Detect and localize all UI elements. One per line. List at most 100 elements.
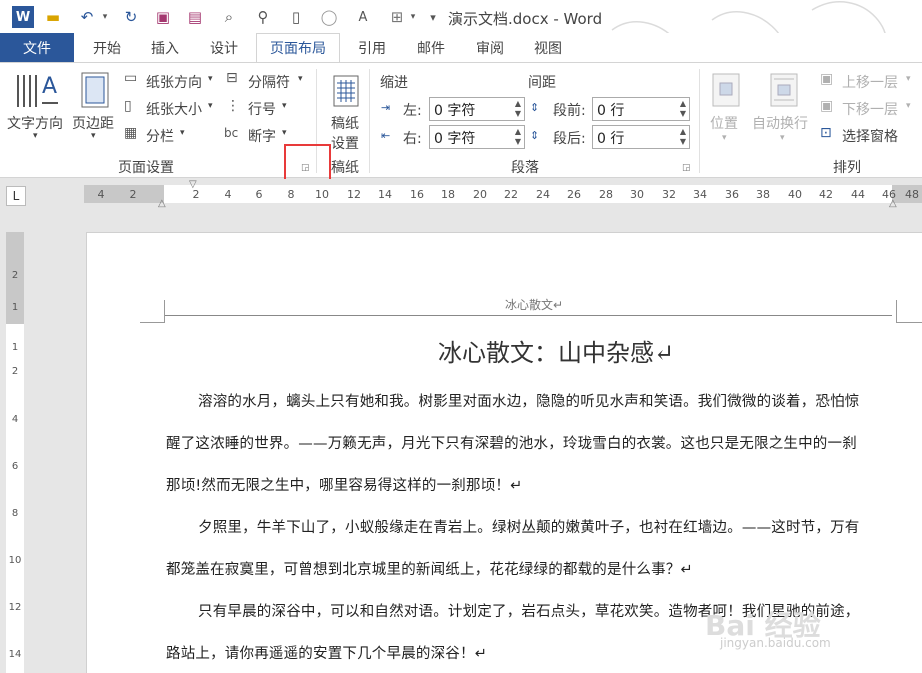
indent-left-input[interactable]: 0 字符 ▲ ▼ xyxy=(429,97,525,121)
breaks-icon: ⊟ xyxy=(226,70,238,86)
wrap-text-icon xyxy=(770,73,798,107)
bring-forward-dropdown-icon: ▾ xyxy=(906,74,911,84)
spinner-arrows-icon[interactable]: ▲ ▼ xyxy=(680,99,686,119)
tab-references[interactable]: 引用 xyxy=(347,33,397,62)
word-logo-icon[interactable]: W xyxy=(12,6,34,28)
watermark-url: jingyan.baidu.com xyxy=(720,636,831,650)
spacing-before-input[interactable]: 0 行 ▲ ▼ xyxy=(592,97,690,121)
open-icon[interactable]: ▬ xyxy=(42,6,64,28)
tab-home[interactable]: 开始 xyxy=(82,33,132,62)
ribbon-tabs: 文件 开始 插入 设计 页面布局 引用 邮件 审阅 视图 xyxy=(0,33,922,63)
redo-icon[interactable]: ↻ xyxy=(120,6,142,28)
size-dropdown-icon: ▾ xyxy=(208,101,213,111)
border-dropdown-icon[interactable]: ▾ xyxy=(408,6,418,28)
text-direction-icon: A xyxy=(17,74,58,107)
ruler-number: 24 xyxy=(536,188,550,201)
margins-dropdown-icon: ▾ xyxy=(91,131,96,141)
paragraph-line[interactable]: 醒了这浓睡的世界。——万籁无声，月光下只有深碧的池水，玲珑雪白的衣裳。这也只是无… xyxy=(166,432,857,453)
save-as-icon[interactable]: ▤ xyxy=(184,6,206,28)
send-backward-icon: ▣ xyxy=(820,98,834,114)
vruler-number: 12 xyxy=(8,602,22,613)
ruler-number: 42 xyxy=(819,188,833,201)
ruler-number: 38 xyxy=(756,188,770,201)
indent-right-input[interactable]: 0 字符 ▲ ▼ xyxy=(429,125,525,149)
tab-review[interactable]: 审阅 xyxy=(465,33,515,62)
right-indent-marker[interactable]: △ xyxy=(889,198,897,209)
spacing-before-value: 0 行 xyxy=(597,103,625,119)
crop-mark xyxy=(140,322,165,323)
paragraph-launcher-icon[interactable]: ◲ xyxy=(682,163,691,173)
spacing-after-icon: ⇕ xyxy=(530,129,540,142)
arrange-group-label: 排列 xyxy=(833,160,861,176)
spacing-after-input[interactable]: 0 行 ▲ ▼ xyxy=(592,125,690,149)
position-dropdown-icon: ▾ xyxy=(722,133,727,143)
indent-right-label: 右: xyxy=(403,131,422,147)
customize-icon[interactable]: ▾ xyxy=(426,6,440,28)
new-icon[interactable]: ▯ xyxy=(285,6,307,28)
hyphenation-label: 断字 xyxy=(248,129,276,145)
group-separator xyxy=(369,69,370,173)
size-label: 纸张大小 xyxy=(146,102,202,118)
undo-dropdown-icon[interactable]: ▾ xyxy=(100,6,110,28)
tab-file[interactable]: 文件 xyxy=(0,33,74,62)
tab-mailings[interactable]: 邮件 xyxy=(406,33,456,62)
page-header-text[interactable]: 冰心散文↵ xyxy=(505,296,563,313)
spacing-title: 间距 xyxy=(528,75,556,91)
first-line-indent-marker[interactable]: ▽ xyxy=(189,179,197,190)
columns-label: 分栏 xyxy=(146,129,174,145)
undo-icon[interactable]: ↶ xyxy=(76,6,98,28)
paragraph-line[interactable]: 路站上，请你再遥遥的安置下几个早晨的深谷！↵ xyxy=(166,642,487,663)
ruler-number: 2 xyxy=(129,188,137,201)
tab-selector[interactable]: L xyxy=(6,186,26,206)
ruler-number: 4 xyxy=(224,188,232,201)
spinner-arrows-icon[interactable]: ▲ ▼ xyxy=(515,127,521,147)
document-title: 演示文档.docx - Word xyxy=(448,10,603,28)
draft-paper-icon xyxy=(333,75,359,107)
vruler-number: 1 xyxy=(11,302,19,313)
save-icon[interactable]: ▣ xyxy=(152,6,174,28)
crop-mark xyxy=(164,300,165,322)
hanging-indent-marker[interactable]: △ xyxy=(158,198,166,209)
paragraph-line[interactable]: 都笼盖在寂寞里，可曾想到北京城里的新闻纸上，花花绿绿的都载的是什么事？↵ xyxy=(166,558,693,579)
print-preview-icon[interactable]: ⌕ xyxy=(218,6,240,28)
ruler-number: 12 xyxy=(347,188,361,201)
vruler-number: 2 xyxy=(11,270,19,281)
send-backward-label: 下移一层 xyxy=(842,102,898,118)
ruler-number: 14 xyxy=(378,188,392,201)
tab-view[interactable]: 视图 xyxy=(523,33,573,62)
spacing-after-label: 段后: xyxy=(553,131,586,147)
vruler-number: 2 xyxy=(11,366,19,377)
ruler-number: 44 xyxy=(851,188,865,201)
text-direction-label: 文字方向 xyxy=(7,116,63,132)
circle-icon[interactable]: ◯ xyxy=(318,6,340,28)
indent-left-value: 0 字符 xyxy=(434,103,476,119)
tab-insert[interactable]: 插入 xyxy=(140,33,190,62)
ruler-number: 16 xyxy=(410,188,424,201)
draft-paper-label-2: 设置 xyxy=(331,136,359,152)
paragraph-line[interactable]: 夕照里，牛羊下山了，小蚁般缘走在青岩上。绿树丛颠的嫩黄叶子，也衬在红墙边。——这… xyxy=(198,516,860,537)
ruler-number: 32 xyxy=(662,188,676,201)
paragraph-line[interactable]: 那顷!然而无限之生中，哪里容易得这样的一刹那顷！↵ xyxy=(166,474,522,495)
header-rule xyxy=(165,315,892,316)
paragraph-line[interactable]: 溶溶的水月，螭头上只有她和我。树影里对面水边，隐隐的听见水声和笑语。我们微微的谈… xyxy=(198,390,860,411)
spinner-arrows-icon[interactable]: ▲ ▼ xyxy=(515,99,521,119)
tab-design[interactable]: 设计 xyxy=(199,33,249,62)
indent-right-value: 0 字符 xyxy=(434,131,476,147)
ruler-number: 36 xyxy=(725,188,739,201)
hyphenation-icon: bc xyxy=(224,126,239,140)
spacing-before-label: 段前: xyxy=(553,103,586,119)
margins-icon xyxy=(81,72,109,108)
size-icon: ▯ xyxy=(124,98,132,114)
columns-dropdown-icon: ▾ xyxy=(180,128,185,138)
ruler-number: 48 xyxy=(905,188,919,201)
indent-right-icon: ⇤ xyxy=(381,129,391,142)
find-icon[interactable]: ⚲ xyxy=(252,6,274,28)
crop-mark xyxy=(896,300,897,322)
orientation-label: 纸张方向 xyxy=(146,75,202,91)
border-icon[interactable]: ⊞ xyxy=(386,6,408,28)
spinner-arrows-icon[interactable]: ▲ ▼ xyxy=(680,127,686,147)
style-icon[interactable]: A xyxy=(352,6,374,28)
ruler-number: 8 xyxy=(287,188,295,201)
document-title-heading[interactable]: 冰心散文：山中杂感↵ xyxy=(438,333,674,368)
tab-page-layout[interactable]: 页面布局 xyxy=(256,33,340,63)
